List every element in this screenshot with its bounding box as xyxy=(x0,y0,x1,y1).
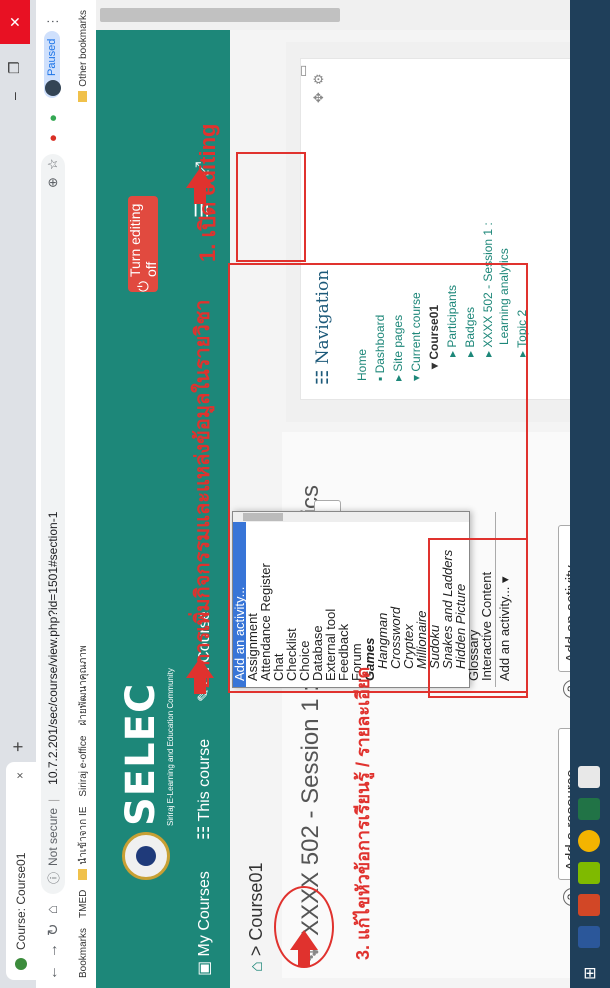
powerpoint-icon[interactable] xyxy=(578,894,600,916)
chrome-icon[interactable] xyxy=(578,830,600,852)
arrow-add xyxy=(186,658,214,694)
rotated-screen: Course: Course01 × + – ❐ ✕ ← → ↻ ⌂ ⓘ Not… xyxy=(0,0,610,988)
file-manager-icon[interactable] xyxy=(578,862,600,884)
word-icon[interactable] xyxy=(578,926,600,948)
windows-start-icon[interactable]: ⊞ xyxy=(580,967,600,980)
windows-taskbar: ⊞ xyxy=(570,0,610,988)
excel-icon[interactable] xyxy=(578,798,600,820)
acrobat-icon[interactable] xyxy=(578,766,600,788)
annotation-arrows xyxy=(186,168,318,966)
arrow-title xyxy=(290,930,318,966)
arrow-edit xyxy=(186,168,214,204)
